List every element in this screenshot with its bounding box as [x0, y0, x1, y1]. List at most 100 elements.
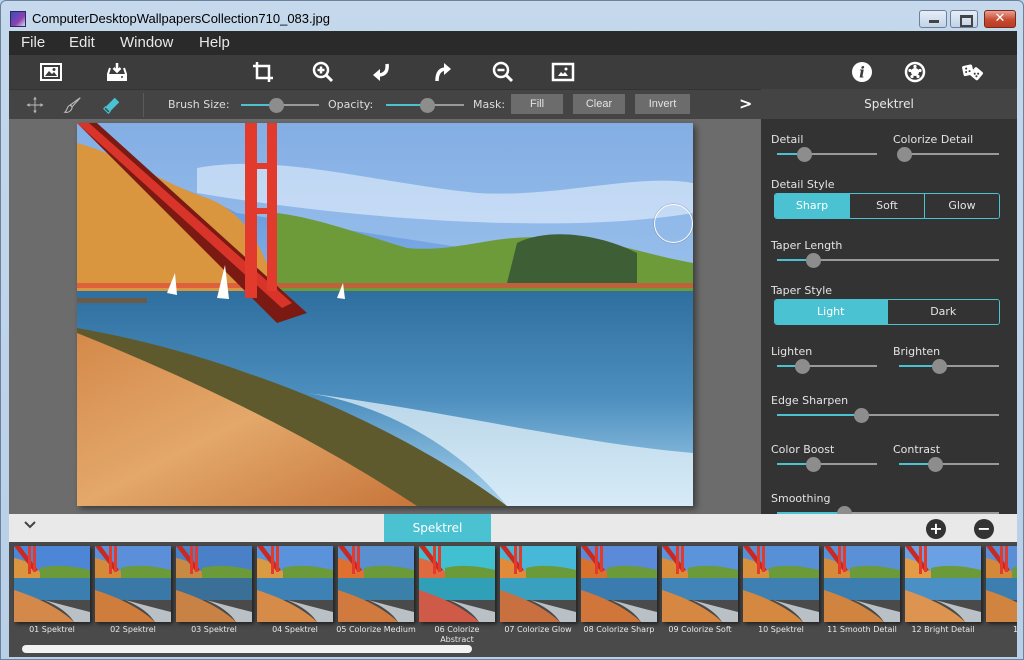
menu-edit[interactable]: Edit: [69, 34, 95, 51]
collapse-strip-chevron-icon[interactable]: [23, 518, 37, 536]
taper-style-dark[interactable]: Dark: [887, 300, 999, 324]
canvas-area[interactable]: [9, 119, 761, 514]
preset-preview-image: [419, 546, 495, 622]
expand-panel-chevron-icon[interactable]: >: [739, 94, 752, 113]
preset-thumbnail[interactable]: [419, 546, 495, 622]
minimize-button[interactable]: [919, 10, 947, 28]
detail-style-soft[interactable]: Soft: [850, 194, 925, 218]
preset-label: 03 Spektrel: [191, 625, 237, 634]
preset-thumbnail[interactable]: [662, 546, 738, 622]
detail-style-glow[interactable]: Glow: [925, 194, 999, 218]
opacity-label: Opacity:: [328, 98, 374, 111]
zoom-in-icon[interactable]: [309, 58, 337, 86]
app-client: File Edit Window Help i Brush Size: Opac…: [9, 31, 1017, 657]
save-icon[interactable]: [103, 58, 131, 86]
slider-knob[interactable]: [805, 253, 821, 268]
preset-preview-image: [581, 546, 657, 622]
slider-knob[interactable]: [419, 98, 435, 113]
eraser-tool-icon[interactable]: [101, 94, 123, 116]
slider-knob[interactable]: [806, 457, 821, 472]
color-boost-slider[interactable]: [777, 457, 877, 472]
preset-category-tab[interactable]: Spektrel: [384, 514, 491, 542]
mask-clear-button[interactable]: Clear: [573, 94, 625, 114]
mask-invert-button[interactable]: Invert: [635, 94, 690, 114]
maximize-button[interactable]: [950, 10, 978, 28]
preset-label: 02 Spektrel: [110, 625, 156, 634]
preset-thumbnail[interactable]: [500, 546, 576, 622]
detail-slider[interactable]: [777, 147, 877, 162]
brush-size-slider[interactable]: [241, 98, 319, 113]
detail-style-label: Detail Style: [771, 178, 835, 191]
lighten-label: Lighten: [771, 345, 813, 358]
preset-thumbnail[interactable]: [581, 546, 657, 622]
detail-style-sharp[interactable]: Sharp: [775, 194, 850, 218]
preset-label: 04 Spektrel: [272, 625, 318, 634]
edge-sharpen-slider[interactable]: [777, 408, 999, 423]
remove-preset-button[interactable]: −: [974, 519, 994, 539]
settings-icon[interactable]: [901, 58, 929, 86]
slider-knob[interactable]: [897, 147, 912, 162]
title-bar: ComputerDesktopWallpapersCollection710_0…: [1, 1, 1023, 31]
preset-preview-image: [176, 546, 252, 622]
redo-icon[interactable]: [429, 58, 457, 86]
brighten-slider[interactable]: [899, 359, 999, 374]
menu-file[interactable]: File: [21, 34, 45, 51]
slider-fill: [777, 414, 862, 416]
fit-image-icon[interactable]: [549, 58, 577, 86]
preset-label: 07 Colorize Glow: [504, 625, 572, 634]
slider-knob[interactable]: [854, 408, 870, 423]
zoom-out-icon[interactable]: [489, 58, 517, 86]
preset-thumbnail[interactable]: [257, 546, 333, 622]
slider-knob[interactable]: [269, 98, 285, 113]
preset-thumbnail[interactable]: [743, 546, 819, 622]
mask-fill-button[interactable]: Fill: [511, 94, 563, 114]
undo-icon[interactable]: [367, 58, 395, 86]
slider-track: [899, 153, 999, 155]
preset-label: 10 Spektrel: [758, 625, 804, 634]
lighten-slider[interactable]: [777, 359, 877, 374]
preset-preview-image: [95, 546, 171, 622]
preset-thumbnail[interactable]: [95, 546, 171, 622]
preset-thumbnail[interactable]: [905, 546, 981, 622]
maximize-icon: [951, 11, 977, 27]
preset-thumbnail[interactable]: [176, 546, 252, 622]
slider-knob[interactable]: [932, 359, 947, 374]
slider-knob[interactable]: [797, 147, 812, 162]
menu-window[interactable]: Window: [120, 34, 173, 51]
brush-tool-icon[interactable]: [62, 94, 84, 116]
preset-thumbnail[interactable]: [338, 546, 414, 622]
colorize-detail-slider[interactable]: [897, 147, 999, 162]
strip-scrollbar[interactable]: [22, 645, 472, 653]
preset-thumbnail[interactable]: [14, 546, 90, 622]
preset-label: 01 Spektrel: [29, 625, 75, 634]
preset-preview-image: [338, 546, 414, 622]
opacity-slider[interactable]: [386, 98, 464, 113]
colorize-detail-label: Colorize Detail: [893, 133, 974, 146]
preset-preview-image: [743, 546, 819, 622]
add-preset-button[interactable]: +: [926, 519, 946, 539]
window-title: ComputerDesktopWallpapersCollection710_0…: [32, 11, 330, 26]
menu-help[interactable]: Help: [199, 34, 230, 51]
slider-knob[interactable]: [836, 506, 852, 514]
smoothing-slider[interactable]: [777, 506, 999, 514]
preset-thumbnail[interactable]: [986, 546, 1017, 622]
info-icon[interactable]: i: [848, 58, 876, 86]
app-window: ComputerDesktopWallpapersCollection710_0…: [0, 0, 1024, 660]
preset-strip: 01 Spektrel 02 Spektrel 03 Spektrel 04 S…: [9, 542, 1017, 657]
taper-length-slider[interactable]: [777, 253, 999, 268]
minimize-icon: [920, 11, 946, 27]
random-dice-icon[interactable]: [959, 58, 987, 86]
edge-sharpen-label: Edge Sharpen: [771, 394, 849, 407]
open-image-icon[interactable]: [37, 58, 65, 86]
preset-thumbnail[interactable]: [824, 546, 900, 622]
taper-style-light[interactable]: Light: [775, 300, 888, 324]
close-button[interactable]: ✕: [984, 10, 1016, 28]
brighten-label: Brighten: [893, 345, 941, 358]
edited-photo[interactable]: [77, 123, 693, 506]
brush-cursor: [654, 204, 693, 243]
move-tool-icon[interactable]: [24, 94, 46, 116]
contrast-slider[interactable]: [899, 457, 999, 472]
crop-icon[interactable]: [249, 58, 277, 86]
slider-knob[interactable]: [795, 359, 810, 374]
slider-knob[interactable]: [928, 457, 943, 472]
